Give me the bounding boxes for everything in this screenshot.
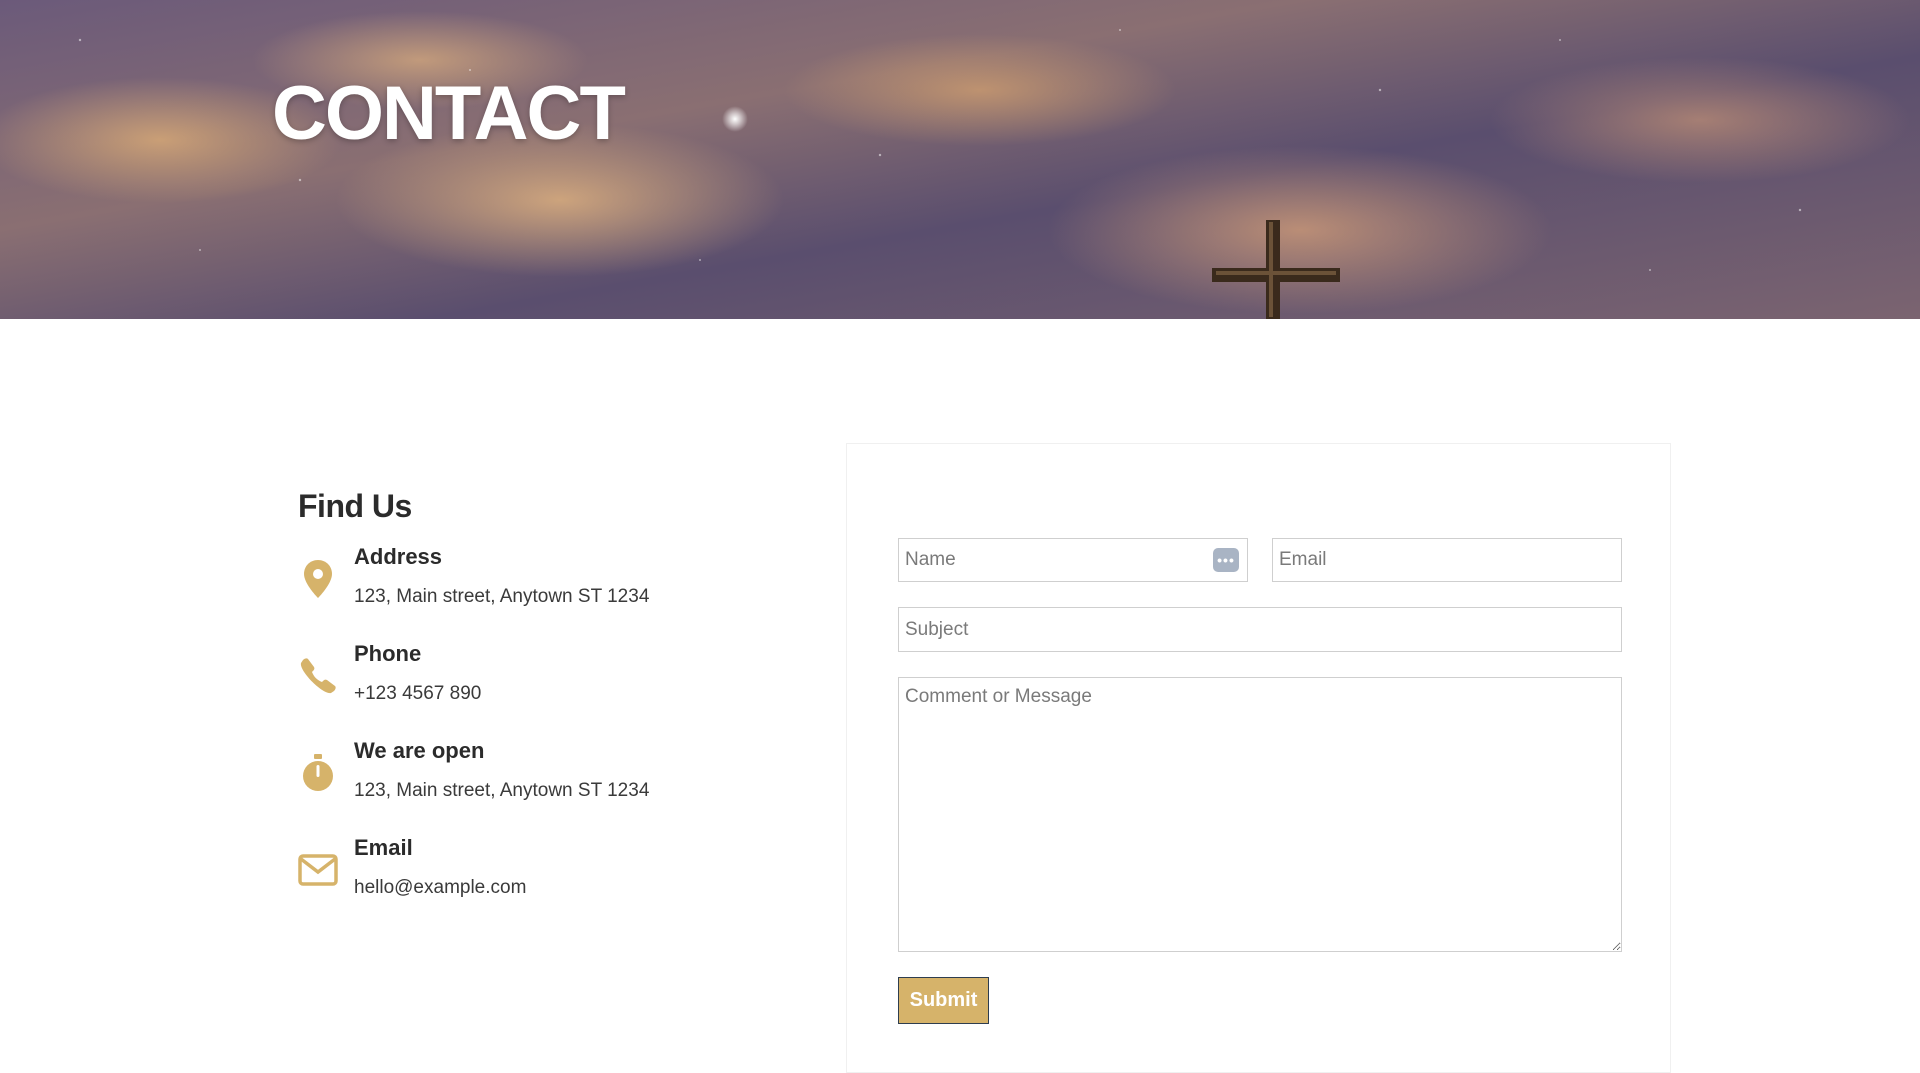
bright-star [722,106,748,132]
hours-label: We are open [354,738,485,763]
email-value: hello@example.com [354,877,527,898]
message-textarea[interactable] [898,677,1622,952]
stopwatch-icon [298,751,338,795]
page-title: CONTACT [272,71,626,156]
address-label: Address [354,544,443,569]
autofill-icon[interactable]: ••• [1213,548,1239,572]
phone-value: +123 4567 890 [354,683,482,704]
hero-background-image [0,0,1920,319]
phone-icon [298,654,338,698]
subject-input[interactable] [898,607,1622,652]
address-item: Address 123, Main street, Anytown ST 123… [298,543,798,640]
hours-item: We are open 123, Main street, Anytown ST… [298,737,798,834]
hero-banner: CONTACT [0,0,1920,319]
envelope-icon [298,848,338,892]
submit-button[interactable]: Submit [898,977,989,1024]
email-item: Email hello@example.com [298,834,798,931]
email-label: Email [354,835,413,860]
contact-form: ••• Submit [846,443,1671,1073]
cross-silhouette [1212,220,1340,319]
phone-label: Phone [354,641,422,666]
find-us-section: Find Us Address 123, Main street, Anytow… [298,488,798,931]
map-pin-icon [298,557,338,601]
email-input[interactable] [1272,538,1622,582]
address-value: 123, Main street, Anytown ST 1234 [354,586,650,607]
name-input[interactable] [898,538,1248,582]
phone-item: Phone +123 4567 890 [298,640,798,737]
hours-value: 123, Main street, Anytown ST 1234 [354,780,650,801]
find-us-heading: Find Us [298,488,412,524]
